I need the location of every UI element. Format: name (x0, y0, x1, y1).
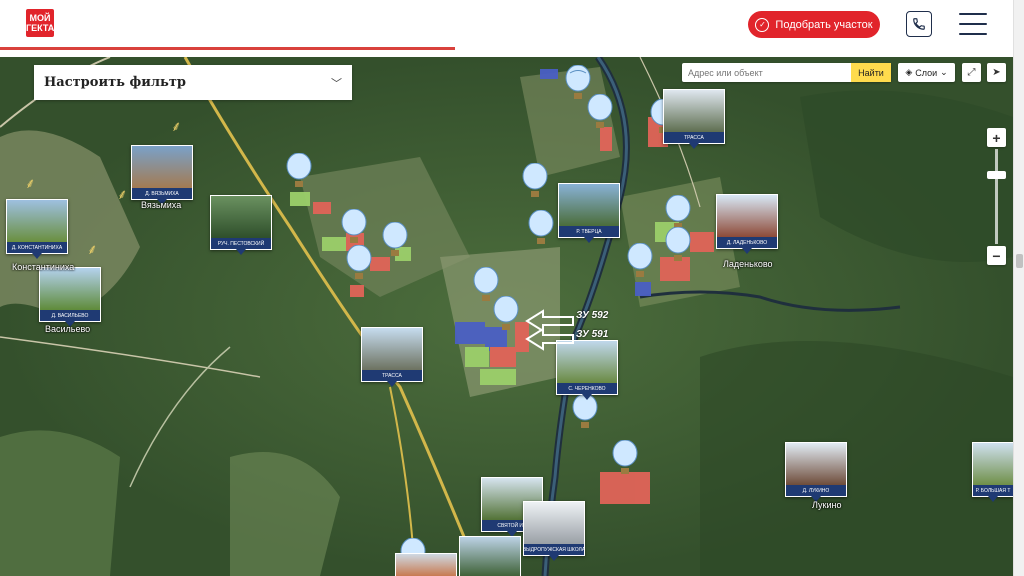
balloon-marker-icon[interactable] (522, 163, 548, 201)
hamburger-menu-button[interactable] (959, 13, 987, 35)
zoom-out-button[interactable]: − (987, 246, 1006, 265)
layers-button[interactable]: ◈ Слои ⌄ (898, 63, 955, 82)
plot-label-zu591[interactable]: ЗУ 591 (576, 329, 608, 340)
address-search-input[interactable] (682, 63, 851, 82)
pick-plot-button[interactable]: ✓ Подобрать участок (748, 11, 880, 38)
card-caption: С. ЧЕРЕНКОВО (557, 383, 617, 394)
village-label: Константиниха (12, 262, 75, 272)
card-caption: Д. ЛАДЕНЬКОВО (717, 237, 777, 248)
logo[interactable]: МОЙ ГЕКТАР (26, 9, 61, 37)
photo-card[interactable]: Д. КОНСТАНТИНИХА (6, 199, 68, 259)
photo-card[interactable]: Д. ЛУКИНО (785, 442, 847, 502)
photo-card[interactable]: ТРАССА (361, 327, 423, 387)
filter-dropdown[interactable]: Настроить фильтр ﹀ (34, 65, 352, 100)
fullscreen-button[interactable]: ⤢ (962, 63, 981, 82)
chevron-down-icon: ⌄ (940, 67, 948, 77)
balloon-marker-icon[interactable] (341, 209, 367, 247)
card-caption: Д. ВАСИЛЬЕВО (40, 310, 100, 321)
card-caption: Д. ЛУКИНО (786, 485, 846, 496)
site-header: МОЙ ГЕКТАР ✓ Подобрать участок (0, 0, 1013, 57)
photo-card[interactable] (395, 553, 457, 576)
address-search: Найти (682, 63, 891, 82)
check-circle-icon: ✓ (755, 17, 770, 32)
pick-plot-label: Подобрать участок (775, 18, 873, 31)
chevron-down-icon: ﹀ (331, 77, 342, 90)
zoom-in-button[interactable]: + (987, 128, 1006, 147)
card-caption: Р. БОЛЬШАЯ Т (973, 485, 1013, 496)
card-caption: Р. ТВЕРЦА (559, 226, 619, 237)
logo-line-1: МОЙ (29, 13, 51, 23)
balloon-marker-icon[interactable] (346, 245, 372, 283)
photo-card[interactable]: Р. БОЛЬШАЯ Т (972, 442, 1013, 502)
plus-icon: + (992, 129, 1001, 146)
photo-card[interactable]: Д. ВАСИЛЬЕВО (39, 267, 101, 327)
wheat-icon: ⸙ (87, 241, 98, 257)
card-caption: Д. КОНСТАНТИНИХА (7, 242, 67, 253)
wheat-icon: ⸙ (117, 186, 128, 202)
balloon-marker-icon[interactable] (286, 153, 312, 191)
zoom-track[interactable] (995, 149, 998, 244)
photo-card[interactable]: Д. ЛАДЕНЬКОВО (716, 194, 778, 254)
balloon-marker-icon[interactable] (528, 210, 554, 248)
plot-label-zu592[interactable]: ЗУ 592 (576, 310, 608, 321)
find-button[interactable]: Найти (851, 63, 891, 82)
phone-icon (913, 18, 925, 30)
minus-icon: − (992, 247, 1001, 264)
menu-bar-icon (959, 33, 987, 35)
satellite-map[interactable]: ⸙ ⸙ ⸙ ⸙ ⸙ Д. ВЯЗЬМИХА Д. КОНСТАНТИНИХА Д… (0, 57, 1013, 576)
menu-bar-icon (959, 13, 987, 15)
plot-arrow-icon (525, 327, 574, 351)
menu-bar-icon (959, 23, 987, 25)
village-label: Вязьмиха (141, 200, 182, 210)
photo-card[interactable]: РУЧ. ПЕСТОВСКИЙ (210, 195, 272, 255)
balloon-marker-icon[interactable] (665, 227, 691, 265)
header-divider (0, 47, 455, 50)
scrollbar-thumb[interactable] (1016, 254, 1023, 268)
layers-icon: ◈ (905, 67, 913, 77)
card-caption: ТРАССА (664, 132, 724, 143)
balloon-marker-icon[interactable] (587, 94, 613, 132)
balloon-marker-icon[interactable] (493, 296, 519, 334)
card-caption: ТРАССА (362, 370, 422, 381)
photo-card[interactable]: Р. ТВЕРЦА (558, 183, 620, 243)
card-caption: РУЧ. ПЕСТОВСКИЙ (211, 238, 271, 249)
zoom-handle[interactable] (987, 171, 1006, 179)
village-label: Васильево (45, 324, 91, 334)
village-label: Ладеньково (723, 259, 773, 269)
wheat-icon: ⸙ (171, 118, 182, 134)
phone-button[interactable] (906, 11, 932, 37)
location-arrow-icon: ➤ (992, 67, 1001, 78)
photo-card[interactable]: ВЫДРОПУЖСКАЯ ШКОЛА (523, 501, 585, 561)
wheat-icon: ⸙ (25, 175, 36, 191)
balloon-marker-icon[interactable] (382, 222, 408, 260)
photo-card[interactable]: Д. ВЯЗЬМИХА (131, 145, 193, 205)
expand-icon: ⤢ (967, 67, 976, 78)
filter-title: Настроить фильтр (44, 75, 186, 90)
layers-label: Слои (915, 67, 938, 78)
village-label: Лукино (812, 500, 842, 510)
page-scrollbar[interactable] (1013, 0, 1024, 576)
card-caption: Д. ВЯЗЬМИХА (132, 188, 192, 199)
photo-card[interactable] (459, 536, 521, 576)
geolocation-button[interactable]: ➤ (987, 63, 1006, 82)
logo-line-2: ГЕКТАР (26, 23, 61, 33)
card-caption: ВЫДРОПУЖСКАЯ ШКОЛА (524, 544, 584, 555)
balloon-marker-icon[interactable] (612, 440, 638, 478)
photo-card[interactable]: ТРАССА (663, 89, 725, 149)
balloon-marker-icon[interactable] (627, 243, 653, 281)
